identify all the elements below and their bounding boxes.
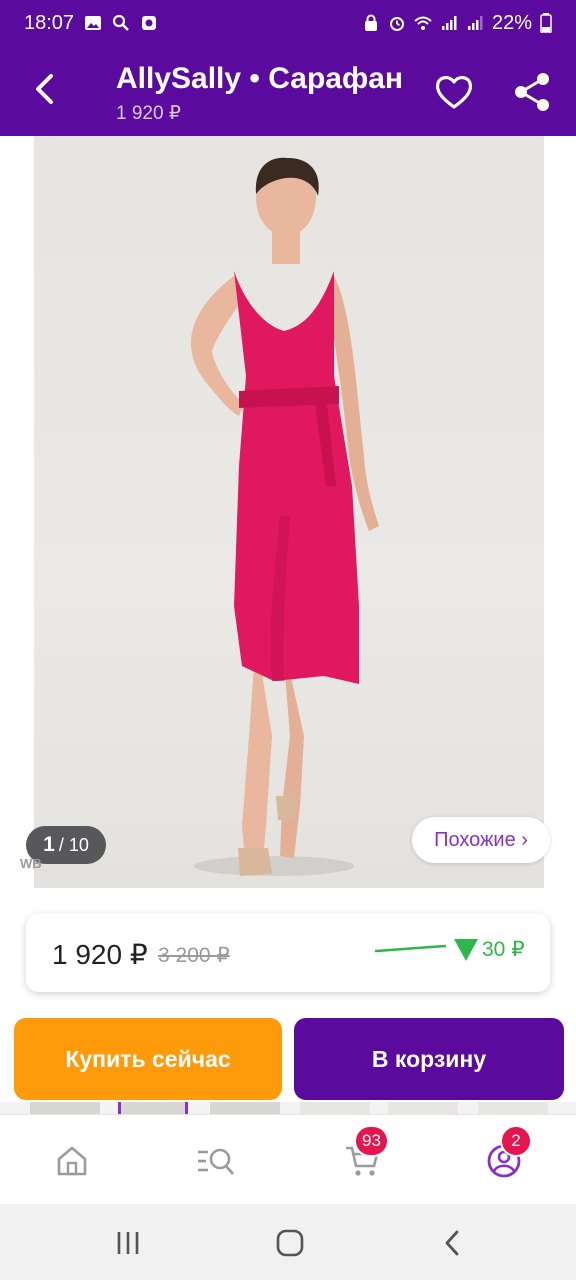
lock-icon (364, 14, 377, 31)
thumbnail-strip[interactable] (0, 1102, 576, 1114)
catalog-search-icon (198, 1148, 235, 1175)
down-arrow-icon (454, 938, 478, 961)
home-square-icon (276, 1229, 304, 1257)
alarm-icon (389, 17, 404, 31)
back-system-button[interactable] (432, 1228, 472, 1258)
recent-apps-button[interactable] (108, 1228, 148, 1258)
nav-home[interactable] (50, 1139, 94, 1183)
photo-counter-current: 1 (43, 833, 55, 856)
heart-outline-icon (435, 76, 473, 109)
current-price: 1 920 ₽ (52, 939, 148, 970)
add-to-cart-button[interactable]: В корзину (294, 1018, 564, 1100)
app-notification-icon (142, 16, 157, 30)
header-price: 1 920 ₽ (116, 103, 181, 124)
back-button[interactable] (24, 68, 66, 110)
price-drop: 30 ₽ (454, 937, 525, 962)
app-bar: AllySally • Сарафан 1 920 ₽ (0, 46, 576, 136)
profile-badge: 2 (500, 1125, 532, 1157)
gallery-icon (85, 16, 102, 30)
similar-button[interactable]: Похожие › (412, 817, 550, 863)
nav-cart[interactable]: 93 (340, 1125, 389, 1183)
page-title: AllySally • Сарафан (116, 62, 404, 95)
battery-icon (540, 13, 552, 33)
thumbnail[interactable] (300, 1102, 370, 1114)
price-trend-chart (374, 944, 447, 953)
recent-apps-icon (117, 1232, 139, 1254)
buy-now-button[interactable]: Купить сейчас (14, 1018, 282, 1100)
price-card[interactable]: 1 920 ₽ 3 200 ₽ 30 ₽ (26, 914, 550, 992)
price-drop-value: 30 ₽ (482, 938, 525, 961)
battery-level: 22% (491, 11, 532, 34)
photo-counter-total: / 10 (58, 834, 89, 855)
thumbnail[interactable] (388, 1102, 458, 1114)
share-icon (515, 73, 549, 111)
status-time: 18:07 (24, 11, 75, 34)
old-price: 3 200 ₽ (158, 944, 230, 967)
signal-icon-2 (467, 16, 483, 30)
system-nav-bar (0, 1204, 576, 1280)
back-arrow-icon (445, 1230, 459, 1256)
product-photo[interactable] (34, 136, 544, 888)
wb-watermark: WB (20, 856, 42, 871)
search-icon (112, 14, 129, 31)
signal-icon (441, 16, 457, 30)
cart-badge: 93 (354, 1125, 389, 1157)
status-bar: 18:07 22% (0, 0, 576, 46)
home-icon (57, 1146, 87, 1176)
home-system-button[interactable] (270, 1228, 310, 1258)
thumbnail[interactable] (118, 1102, 188, 1114)
nav-profile[interactable]: 2 (482, 1125, 532, 1183)
product-image (190, 157, 379, 876)
nav-catalog[interactable] (194, 1139, 238, 1183)
wifi-icon (414, 16, 432, 30)
thumbnail[interactable] (210, 1102, 280, 1114)
chevron-left-icon (36, 74, 53, 104)
thumbnail[interactable] (30, 1102, 100, 1114)
favorite-button[interactable] (432, 72, 476, 112)
share-button[interactable] (510, 72, 554, 112)
bottom-nav: 93 2 (0, 1114, 576, 1204)
thumbnail[interactable] (478, 1102, 548, 1114)
